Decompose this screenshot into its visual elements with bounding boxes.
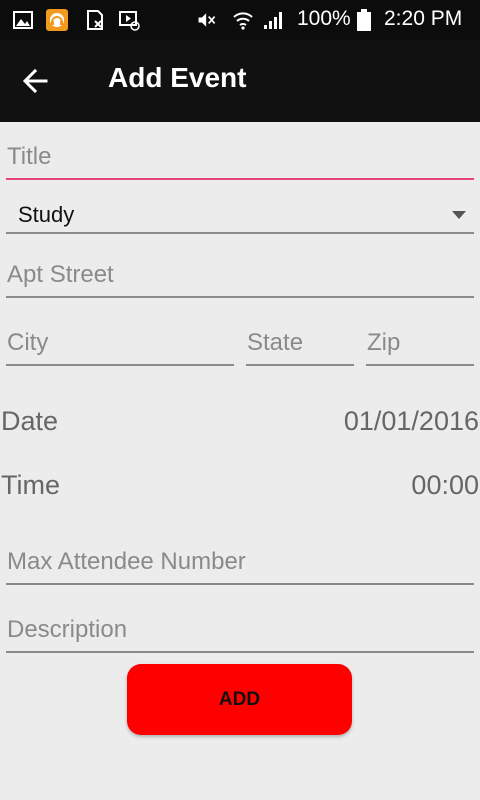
city-field[interactable]	[6, 326, 234, 366]
max-attendee-input[interactable]	[6, 545, 474, 585]
category-dropdown[interactable]: Study	[6, 194, 474, 234]
category-underline	[6, 232, 474, 234]
street-input[interactable]	[6, 258, 474, 298]
mute-icon	[198, 13, 216, 27]
wifi-icon	[233, 12, 253, 30]
state-input[interactable]	[246, 326, 354, 366]
title-underline	[6, 177, 474, 180]
status-bar: 100% 2:20 PM	[0, 0, 480, 40]
date-label: Date	[1, 406, 59, 436]
media-icon	[119, 11, 140, 31]
description-underline	[6, 651, 474, 653]
time-value[interactable]: 00:00	[411, 470, 479, 501]
max-attendee-underline	[6, 583, 474, 585]
app-bar: Add Event	[0, 40, 480, 122]
sim-blocked-icon	[87, 10, 103, 30]
description-input[interactable]	[6, 613, 474, 653]
status-time: 2:20 PM	[384, 7, 463, 30]
city-underline	[6, 364, 234, 366]
category-value: Study	[18, 202, 75, 227]
page-title: Add Event	[108, 62, 247, 93]
date-value[interactable]: 01/01/2016	[344, 406, 479, 437]
image-icon	[13, 11, 33, 29]
title-input[interactable]	[6, 140, 474, 180]
state-underline	[246, 364, 354, 366]
description-field[interactable]	[6, 613, 474, 653]
arrow-left-icon[interactable]	[16, 60, 58, 102]
title-field[interactable]	[6, 140, 474, 180]
state-field[interactable]	[246, 326, 354, 366]
headphones-app-icon	[46, 9, 68, 31]
zip-underline	[366, 364, 474, 366]
dropdown-caret-icon	[452, 211, 466, 219]
max-attendee-field[interactable]	[6, 545, 474, 585]
time-label: Time	[1, 470, 60, 500]
zip-field[interactable]	[366, 326, 474, 366]
battery-icon	[357, 9, 371, 31]
city-input[interactable]	[6, 326, 234, 366]
street-underline	[6, 296, 474, 298]
battery-percent: 100%	[297, 7, 351, 30]
signal-icon	[264, 12, 282, 29]
street-field[interactable]	[6, 258, 474, 298]
zip-input[interactable]	[366, 326, 474, 366]
add-button[interactable]: ADD	[127, 664, 352, 735]
